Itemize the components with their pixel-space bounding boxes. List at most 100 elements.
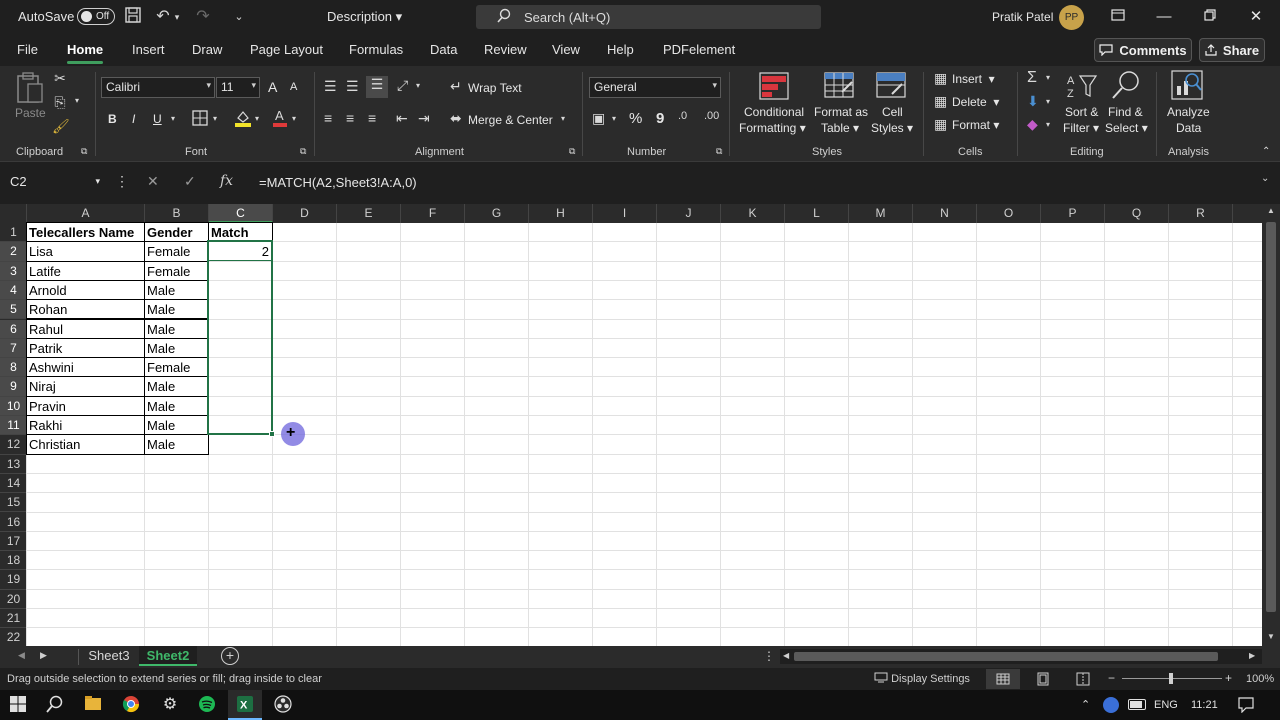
analyze-data-icon[interactable] (1171, 70, 1203, 100)
accounting-dropdown-icon[interactable]: ▾ (612, 114, 616, 123)
zoom-level[interactable]: 100% (1246, 673, 1274, 685)
row-header-13[interactable]: 13 (0, 455, 27, 474)
table-cell[interactable]: Pravin (27, 397, 144, 416)
tab-pdfelement[interactable]: PDFelement (663, 42, 735, 57)
bold-button[interactable]: B (108, 112, 117, 126)
horizontal-scrollbar[interactable]: ◀ ▶ (780, 649, 1262, 664)
save-icon[interactable] (122, 6, 144, 28)
format-as-table-label2[interactable]: Table ▾ (821, 121, 859, 135)
decrease-decimal-icon[interactable]: .00 (704, 110, 719, 122)
clear-icon[interactable]: ◆ (1027, 116, 1038, 133)
input-language[interactable]: ENG (1154, 699, 1178, 711)
row-header-4[interactable]: 4 (0, 280, 27, 301)
tab-home[interactable]: Home (67, 42, 104, 64)
avatar[interactable]: PP (1059, 5, 1084, 30)
zoom-in-icon[interactable]: + (1225, 671, 1232, 685)
align-middle-icon[interactable]: ☰ (346, 78, 359, 95)
notifications-icon[interactable] (1238, 697, 1254, 716)
font-launcher-icon[interactable]: ⧉ (300, 146, 306, 157)
tab-review[interactable]: Review (484, 42, 527, 57)
paste-label[interactable]: Paste (15, 106, 46, 120)
decrease-indent-icon[interactable]: ⇤ (396, 110, 408, 127)
percent-style-button[interactable]: % (629, 110, 642, 127)
format-cells-icon[interactable]: ▦ (934, 116, 947, 133)
conditional-formatting-icon[interactable] (759, 72, 791, 102)
tab-data[interactable]: Data (430, 42, 457, 57)
wrap-text-icon[interactable]: ↵ (450, 78, 462, 95)
table-cell[interactable]: Female (145, 262, 208, 281)
row-header-9[interactable]: 9 (0, 377, 27, 397)
table-cell[interactable]: Lisa (27, 242, 144, 261)
sheet-options-icon[interactable]: ⋮ (763, 649, 775, 663)
orientation-dropdown-icon[interactable]: ▾ (416, 81, 420, 90)
page-layout-view-icon[interactable] (1036, 672, 1050, 689)
format-as-table-icon[interactable] (824, 72, 856, 102)
comma-style-button[interactable]: 9 (656, 110, 664, 127)
restore-icon[interactable] (1199, 6, 1221, 28)
conditional-formatting-label1[interactable]: Conditional (744, 105, 804, 119)
font-color-icon[interactable]: A (272, 108, 288, 131)
tab-formulas[interactable]: Formulas (349, 42, 403, 57)
tab-page-layout[interactable]: Page Layout (250, 42, 323, 57)
row-header-6[interactable]: 6 (0, 319, 27, 339)
table-cell[interactable]: Rahul (27, 320, 144, 339)
format-as-table-label1[interactable]: Format as (814, 105, 868, 119)
select-all-corner[interactable] (0, 204, 27, 223)
table-cell[interactable]: Male (145, 339, 208, 358)
insert-cells-icon[interactable]: ▦ (934, 70, 947, 87)
sort-filter-icon[interactable]: AZ (1066, 72, 1098, 102)
orientation-icon[interactable]: ⤢ (397, 77, 408, 94)
column-header-n[interactable]: N (913, 204, 977, 223)
tab-insert[interactable]: Insert (132, 42, 165, 57)
cut-icon[interactable]: ✂ (52, 70, 68, 87)
display-settings-button[interactable]: Display Settings (874, 672, 970, 685)
vertical-scroll-thumb[interactable] (1266, 222, 1276, 612)
column-header-m[interactable]: M (849, 204, 913, 223)
increase-decimal-icon[interactable]: .0 (678, 110, 687, 122)
row-header-17[interactable]: 17 (0, 532, 27, 552)
tray-app-icon[interactable] (1103, 697, 1119, 713)
align-top-icon[interactable]: ☰ (324, 78, 337, 95)
add-sheet-icon[interactable]: + (221, 647, 239, 665)
row-header-5[interactable]: 5 (0, 300, 27, 320)
sort-filter-label2[interactable]: Filter ▾ (1063, 121, 1099, 135)
wrap-text-button[interactable]: Wrap Text (468, 81, 522, 95)
table-cell[interactable]: Arnold (27, 281, 144, 300)
row-header-2[interactable]: 2 (0, 242, 27, 262)
column-header-g[interactable]: G (465, 204, 529, 223)
table-cell[interactable]: Rakhi (27, 416, 144, 435)
scroll-up-icon[interactable]: ▲ (1267, 206, 1275, 215)
file-explorer-icon[interactable] (84, 695, 104, 715)
column-header-d[interactable]: D (273, 204, 337, 223)
expand-formula-bar-icon[interactable]: ⌄ (1261, 173, 1269, 184)
format-cells-button[interactable]: Format ▾ (952, 118, 999, 132)
redo-icon[interactable]: ↷ (192, 6, 214, 28)
number-launcher-icon[interactable]: ⧉ (716, 146, 722, 157)
table-cell[interactable]: Male (145, 377, 208, 396)
align-right-icon[interactable]: ≡ (368, 110, 376, 126)
chrome-icon[interactable] (122, 695, 142, 715)
windows-start-icon[interactable] (9, 695, 29, 715)
font-size-select[interactable]: 11 ▾ (216, 77, 260, 98)
table-cell[interactable]: Male (145, 281, 208, 300)
sort-filter-label1[interactable]: Sort & (1065, 105, 1098, 119)
tab-view[interactable]: View (552, 42, 580, 57)
table-cell[interactable]: Female (145, 358, 208, 377)
next-sheet-icon[interactable]: ▶ (40, 650, 47, 661)
row-header-20[interactable]: 20 (0, 590, 27, 609)
undo-icon[interactable]: ↶ (152, 6, 174, 28)
table-cell[interactable]: Male (145, 435, 208, 454)
column-header-h[interactable]: H (529, 204, 593, 223)
fill-icon[interactable]: ⬇ (1027, 93, 1039, 110)
cell-styles-icon[interactable] (876, 72, 908, 102)
column-header-b[interactable]: B (145, 204, 209, 223)
copy-icon[interactable]: ⎘ (52, 94, 68, 111)
battery-icon[interactable] (1128, 699, 1146, 710)
insert-cells-button[interactable]: Insert ▾ (952, 72, 995, 86)
row-header-16[interactable]: 16 (0, 513, 27, 532)
autosave-toggle[interactable]: Off (77, 8, 115, 25)
tab-file[interactable]: File (17, 42, 38, 57)
column-header-o[interactable]: O (977, 204, 1041, 223)
share-button[interactable]: Share (1199, 38, 1265, 62)
customize-toolbar-icon[interactable]: ⌄ (228, 6, 250, 28)
